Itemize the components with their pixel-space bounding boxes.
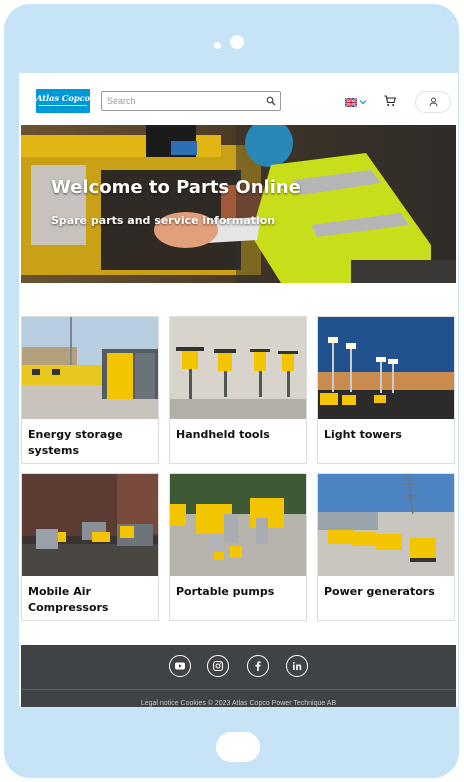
category-label: Handheld tools bbox=[176, 428, 270, 441]
category-label: Mobile Air Compressors bbox=[28, 585, 109, 614]
category-image bbox=[170, 474, 306, 576]
facebook-link[interactable] bbox=[247, 655, 269, 677]
category-label: Light towers bbox=[324, 428, 402, 441]
search-icon[interactable] bbox=[266, 96, 276, 106]
facebook-icon bbox=[255, 661, 261, 671]
category-image bbox=[22, 474, 158, 576]
category-card-handheld-tools[interactable]: Handheld tools bbox=[169, 316, 307, 464]
site-footer: Legal notice Cookies © 2023 Atlas Copco … bbox=[21, 645, 456, 707]
logo-text: Atlas Copco bbox=[36, 94, 90, 104]
category-image bbox=[22, 317, 158, 419]
footer-divider bbox=[21, 689, 456, 690]
camera-dot bbox=[214, 42, 221, 49]
cart-icon[interactable] bbox=[384, 95, 396, 107]
youtube-icon bbox=[175, 662, 185, 670]
instagram-icon bbox=[212, 660, 224, 672]
hero-title: Welcome to Parts Online bbox=[51, 177, 301, 198]
logo-underline bbox=[39, 105, 87, 106]
category-image bbox=[318, 474, 454, 576]
camera-lens bbox=[230, 35, 244, 49]
category-card-power-generators[interactable]: Power generators bbox=[317, 473, 455, 621]
category-label: Energy storage systems bbox=[28, 428, 123, 457]
footer-legal-text: Legal notice Cookies © 2023 Atlas Copco … bbox=[140, 700, 337, 707]
category-image bbox=[170, 317, 306, 419]
category-image bbox=[318, 317, 454, 419]
category-label: Power generators bbox=[324, 585, 435, 598]
search-box[interactable] bbox=[101, 91, 281, 111]
instagram-link[interactable] bbox=[207, 655, 229, 677]
category-card-energy-storage[interactable]: Energy storage systems bbox=[21, 316, 159, 464]
category-label: Portable pumps bbox=[176, 585, 275, 598]
site-header: Atlas Copco bbox=[19, 73, 458, 123]
hero-banner: Welcome to Parts Online Spare parts and … bbox=[21, 125, 456, 283]
chevron-down-icon bbox=[359, 100, 367, 105]
category-card-portable-pumps[interactable]: Portable pumps bbox=[169, 473, 307, 621]
uk-flag-icon bbox=[345, 98, 357, 107]
search-input[interactable] bbox=[102, 92, 265, 110]
language-selector[interactable] bbox=[345, 97, 369, 109]
screen: Atlas Copco Search Welcome to Parts Onli… bbox=[19, 73, 458, 707]
hero-image bbox=[21, 125, 456, 283]
atlas-copco-logo[interactable]: Atlas Copco bbox=[36, 89, 90, 113]
category-card-light-towers[interactable]: Light towers bbox=[317, 316, 455, 464]
category-card-mobile-air-compressors[interactable]: Mobile Air Compressors bbox=[21, 473, 159, 621]
home-button[interactable] bbox=[216, 732, 260, 762]
user-icon bbox=[429, 97, 438, 107]
youtube-link[interactable] bbox=[169, 655, 191, 677]
hero-subtitle: Spare parts and service information bbox=[51, 214, 276, 227]
linkedin-icon bbox=[292, 661, 302, 670]
account-button[interactable] bbox=[415, 91, 451, 113]
linkedin-link[interactable] bbox=[286, 655, 308, 677]
